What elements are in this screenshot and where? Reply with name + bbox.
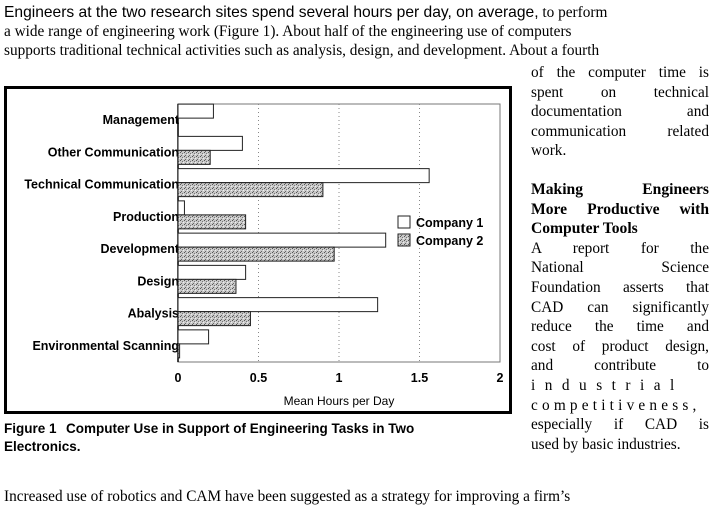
- y-tick-label: Abalysis: [128, 307, 179, 321]
- bar-company-1: [177, 232, 387, 248]
- y-tick-label: Technical Communication: [24, 178, 179, 192]
- x-tick-label: 1: [336, 371, 343, 385]
- bar-company-2: [177, 278, 237, 294]
- bar-company-2: [177, 214, 247, 230]
- figure-number: Figure 1: [4, 421, 57, 436]
- y-tick-label: Other Communication: [48, 145, 179, 159]
- bar-company-1: [177, 168, 430, 184]
- figure-caption: Figure 1 Computer Use in Support of Engin…: [4, 420, 504, 456]
- x-tick-label: 0: [175, 371, 182, 385]
- bar-company-1: [177, 297, 379, 313]
- figure-caption-line2: Electronics.: [4, 439, 81, 454]
- y-tick-label: Production: [113, 210, 179, 224]
- x-axis-title: Mean Hours per Day: [284, 394, 395, 408]
- y-tick-label: Development: [101, 242, 180, 256]
- bar-company-1: [177, 264, 247, 280]
- legend-label: Company 2: [416, 234, 483, 248]
- y-tick-label: Management: [103, 113, 180, 127]
- bar-company-1: [177, 103, 214, 119]
- bar-company-2: [177, 149, 211, 165]
- bar-company-2: [177, 182, 324, 198]
- legend-swatch-company-1: [397, 215, 411, 229]
- bar-company-2: [177, 311, 251, 327]
- bar-company-2: [177, 343, 181, 359]
- x-tick-label: 1.5: [411, 371, 428, 385]
- x-tick-label: 0.5: [250, 371, 267, 385]
- figure-caption-line1: Computer Use in Support of Engineering T…: [66, 421, 415, 436]
- bar-company-1: [177, 329, 210, 345]
- legend-label: Company 1: [416, 216, 483, 230]
- bar-company-2: [177, 246, 335, 262]
- y-tick-label: Environmental Scanning: [32, 339, 179, 353]
- body-line-last: Increased use of robotics and CAM have b…: [4, 488, 571, 505]
- bar-company-1: [177, 135, 243, 151]
- x-tick-label: 2: [497, 371, 504, 385]
- legend-swatch-company-2: [397, 233, 411, 247]
- y-tick-label: Design: [137, 274, 179, 288]
- bar-company-1: [177, 200, 185, 216]
